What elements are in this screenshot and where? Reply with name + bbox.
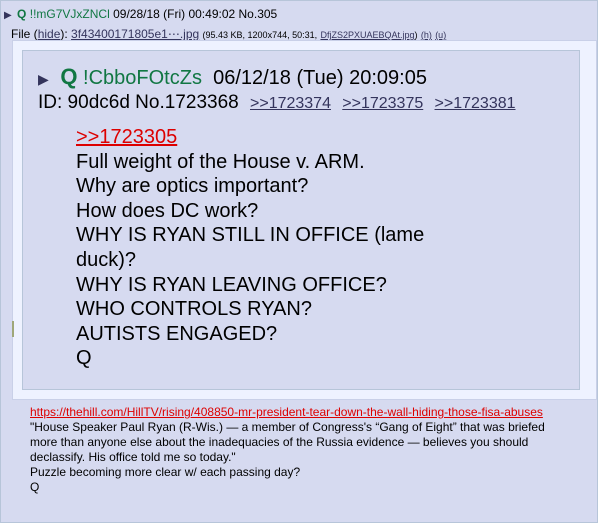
body-line: Q [76,347,92,370]
quote-link: >>1723305 [76,126,178,148]
body-line: WHY IS RYAN STILL IN OFFICE (lame duck)? [76,224,425,271]
body-line: How does DC work? [76,199,259,222]
h-link[interactable]: (h) [421,30,432,40]
article-link[interactable]: https://thehill.com/HillTV/rising/408850… [30,405,570,420]
embedded-post-header: ▶ Q !CbboFOtcZs 06/12/18 (Tue) 20:09:05 [38,64,427,90]
poster-tripcode: !!mG7VJxZNCl [29,7,110,21]
embedded-tripcode: !CbboFOtcZs [83,67,202,89]
post-number[interactable]: No.305 [239,7,278,21]
poster-name: Q [17,7,27,21]
body-line: AUTISTS ENGAGED? [76,322,278,345]
expand-arrow-icon: ▶ [38,71,49,87]
embedded-id-number: ID: 90dc6d No.1723368 [38,92,239,113]
post-datetime: 09/28/18 (Fri) 00:49:02 [113,7,236,21]
file-info: File (hide): 3f43400171805e1⋯.jpg (95.43… [11,27,447,41]
body-line: WHY IS RYAN LEAVING OFFICE? [76,273,387,296]
hide-file-link[interactable]: hide [38,27,61,41]
quoted-text: "House Speaker Paul Ryan (R-Wis.) — a me… [30,420,545,464]
side-marker [12,321,14,337]
file-details: (95.43 KB, 1200x744, 50:31, [202,30,318,40]
reply-link: >>1723374 [250,95,331,112]
post-body: https://thehill.com/HillTV/rising/408850… [30,405,570,495]
signature: Q [30,480,40,494]
body-line: Puzzle becoming more clear w/ each passi… [30,465,301,479]
embedded-post-id-line: ID: 90dc6d No.1723368 >>1723374 >>172337… [38,92,516,114]
body-line: Why are optics important? [76,175,309,198]
expand-arrow-icon[interactable]: ▶ [4,10,12,21]
file-label: File [11,27,31,41]
post-header: ▶ Q !!mG7VJxZNCl 09/28/18 (Fri) 00:49:02… [4,7,277,21]
body-line: WHO CONTROLS RYAN? [76,298,312,321]
embedded-post-body: >>1723305 Full weight of the House v. AR… [76,125,466,371]
embedded-poster-name: Q [60,64,78,89]
reply-link: >>1723375 [342,95,424,112]
u-link[interactable]: (u) [435,30,446,40]
original-filename-link[interactable]: DfjZS2PXUAEBQAt.jpg [320,30,414,40]
embedded-datetime: 06/12/18 (Tue) 20:09:05 [213,67,427,89]
body-line: Full weight of the House v. ARM. [76,150,365,173]
reply-link: >>1723381 [434,95,516,112]
file-name-link[interactable]: 3f43400171805e1⋯.jpg [71,27,199,41]
